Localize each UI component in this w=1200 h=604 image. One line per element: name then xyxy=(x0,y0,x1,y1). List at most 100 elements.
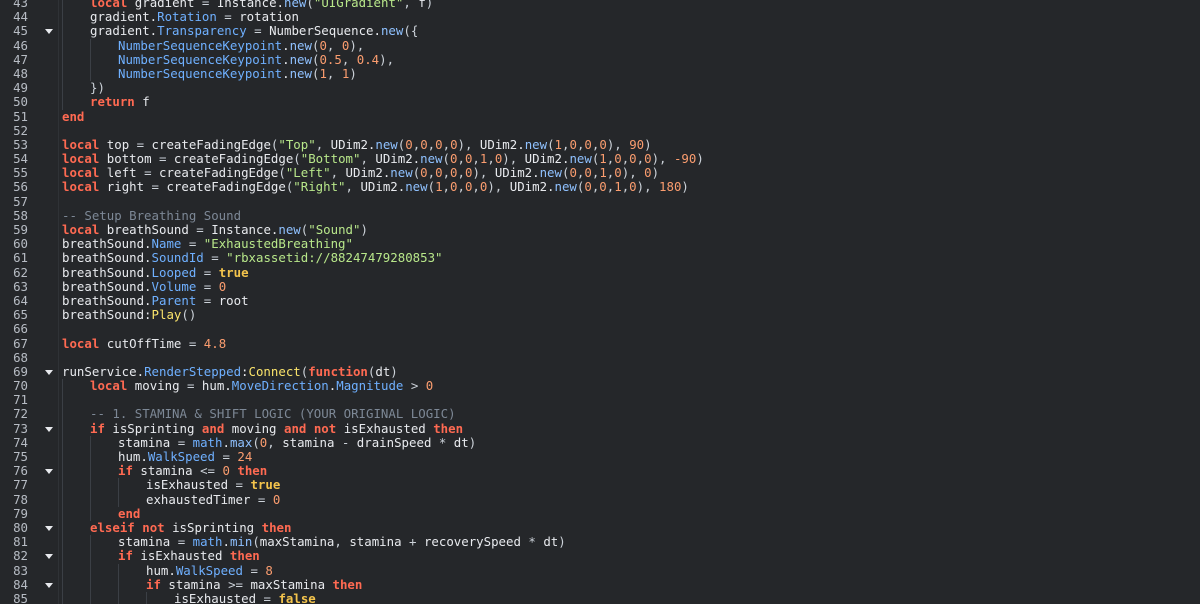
fold-arrow-icon[interactable] xyxy=(45,426,53,432)
code-line[interactable]: 63 breathSound.Volume = 0 xyxy=(0,278,1200,294)
code-line[interactable]: 68 xyxy=(0,350,1200,365)
code-token: max xyxy=(229,434,253,450)
code-token: 0 xyxy=(450,136,458,152)
indent-guide xyxy=(118,492,119,507)
code-line[interactable]: 64 breathSound.Parent = root xyxy=(0,293,1200,308)
code-line[interactable]: 46 NumberSequenceKeypoint.new(0, 0), xyxy=(0,37,1200,53)
code-line[interactable]: 83 hum.WalkSpeed = 8 xyxy=(0,562,1200,578)
code-line[interactable]: 62 breathSound.Looped = true xyxy=(0,265,1200,280)
fold-arrow-icon[interactable] xyxy=(45,582,53,588)
code-token: new xyxy=(375,136,398,152)
code-line[interactable]: 57 xyxy=(0,194,1200,209)
code-line[interactable]: 54 local bottom = createFadingEdge("Botto… xyxy=(0,151,1200,167)
indent-guide xyxy=(62,435,63,450)
code-token: 0 xyxy=(629,151,637,167)
indent-guide xyxy=(62,95,63,110)
code-line[interactable]: 71 xyxy=(0,392,1200,408)
line-number: 71 xyxy=(13,392,28,408)
code-token: UDim2. xyxy=(524,151,570,167)
line-number: 76 xyxy=(13,463,28,479)
code-line[interactable]: 56 local right = createFadingEdge ("Right"… xyxy=(0,180,1200,194)
fold-arrow-icon[interactable] xyxy=(45,369,53,375)
code-token: not xyxy=(142,519,165,535)
line-number: 63 xyxy=(13,278,28,294)
code-token: dt xyxy=(375,363,391,379)
code-line[interactable]: 61 breathSound.SoundId = "rbxassetid://88… xyxy=(0,251,1200,265)
code-line[interactable]: 82 if isExhausted then xyxy=(0,549,1200,564)
code-token: dt xyxy=(535,534,559,550)
code-area[interactable]: 43 local gradient = Instance.new("UIGradi… xyxy=(0,0,1200,604)
code-line[interactable]: 66 xyxy=(0,322,1200,336)
line-number: 83 xyxy=(13,562,28,578)
code-line[interactable]: 69 runService.RenderStepped:Connect(funct… xyxy=(0,363,1200,379)
code-line[interactable]: 77 isExhausted = true xyxy=(0,478,1200,493)
code-line[interactable]: 79 end xyxy=(0,505,1200,521)
code-token: = xyxy=(250,562,258,578)
code-line[interactable]: 85 isExhausted = false xyxy=(0,591,1200,604)
code-line[interactable]: 59 local breathSound = Instance.new("Soun… xyxy=(0,222,1200,237)
code-line[interactable]: 51 end xyxy=(0,109,1200,124)
code-line[interactable]: 48 NumberSequenceKeypoint.new(1, 1) xyxy=(0,65,1200,82)
code-token: 0 xyxy=(405,136,413,152)
code-line[interactable]: 49}) xyxy=(0,80,1200,96)
line-number: 65 xyxy=(13,307,28,323)
code-line[interactable]: 55 local left = createFadingEdge("Left", … xyxy=(0,166,1200,180)
indent-guide xyxy=(118,577,119,592)
fold-arrow-icon[interactable] xyxy=(45,29,53,35)
code-line[interactable]: 70 local moving = hum.MoveDirection.Magni… xyxy=(0,378,1200,394)
code-token: bottom xyxy=(99,151,159,167)
code-line[interactable]: 47 NumberSequenceKeypoint.new(0.5, 0.4), xyxy=(0,52,1200,67)
code-token: , xyxy=(334,534,350,550)
code-token: , xyxy=(345,179,361,195)
code-line[interactable]: 58 -- Setup Breathing Sound xyxy=(0,208,1200,223)
code-token: "Sound" xyxy=(308,222,361,237)
code-line[interactable]: 84 if stamina >= maxStamina then xyxy=(0,576,1200,592)
code-line[interactable]: 76 if stamina <= 0 then xyxy=(0,463,1200,479)
fold-arrow-icon[interactable] xyxy=(45,525,53,531)
code-token: , xyxy=(427,136,436,152)
code-line[interactable]: 81 stamina = math.min(maxStamina, stamina… xyxy=(0,534,1200,550)
fold-arrow-icon[interactable] xyxy=(45,469,53,475)
code-token: ( xyxy=(293,151,301,167)
code-token: NumberSequenceKeypoint xyxy=(118,65,283,81)
code-token: if xyxy=(118,463,133,479)
code-token: end xyxy=(118,505,141,521)
code-token: 0 xyxy=(629,179,637,195)
code-line[interactable]: 45 gradient.Transparency = NumberSequence… xyxy=(0,24,1200,39)
code-line[interactable]: 67 local cutOffTime = 4.8 xyxy=(0,336,1200,351)
indent-guide xyxy=(62,535,63,550)
fold-arrow-icon[interactable] xyxy=(45,554,53,560)
code-line[interactable]: 72 -- 1. STAMINA & SHIFT LOGIC (YOUR ORIG… xyxy=(0,407,1200,422)
code-token: . xyxy=(222,434,230,450)
code-token: 0 xyxy=(222,463,230,479)
line-number: 56 xyxy=(13,179,28,195)
indent-guide xyxy=(90,38,91,53)
code-token: rotation xyxy=(231,9,299,25)
line-number: 46 xyxy=(13,37,28,53)
code-line[interactable]: 52 xyxy=(0,123,1200,138)
code-text: isExhausted = false xyxy=(174,591,316,604)
code-line[interactable]: 65 breathSound:Play() xyxy=(0,307,1200,323)
code-line[interactable]: 78 exhaustedTimer = 0 xyxy=(0,492,1200,507)
indent-guide xyxy=(62,450,63,465)
code-editor[interactable]: 43 local gradient = Instance.new("UIGradi… xyxy=(0,0,1200,604)
code-line[interactable]: 44 gradient.Rotation = rotation xyxy=(0,9,1200,25)
indent-guide xyxy=(90,478,91,493)
code-line[interactable]: 53 local top = createFadingEdge ("Top", UD… xyxy=(0,136,1200,152)
indent-guide xyxy=(62,38,63,53)
code-line[interactable]: 50 return f xyxy=(0,95,1200,110)
code-token: , xyxy=(636,151,645,167)
code-token: 0 xyxy=(218,278,227,294)
code-line[interactable]: 80 elseif not isSprinting then xyxy=(0,519,1200,536)
code-token: hum. xyxy=(146,562,176,578)
code-token: ( xyxy=(442,151,450,167)
line-number: 49 xyxy=(13,80,28,96)
code-line[interactable]: 75 hum.WalkSpeed = 24 xyxy=(0,449,1200,465)
code-line[interactable]: 73 if isSprinting and moving and not isEx… xyxy=(0,421,1200,436)
code-line[interactable]: 74 stamina = math.max(0, stamina - drainS… xyxy=(0,434,1200,450)
code-token: if xyxy=(146,576,161,592)
code-token: then xyxy=(332,576,363,592)
code-line[interactable]: 60 breathSound.Name = "ExhaustedBreathing… xyxy=(0,236,1200,251)
code-token: breathSound. xyxy=(62,278,152,294)
